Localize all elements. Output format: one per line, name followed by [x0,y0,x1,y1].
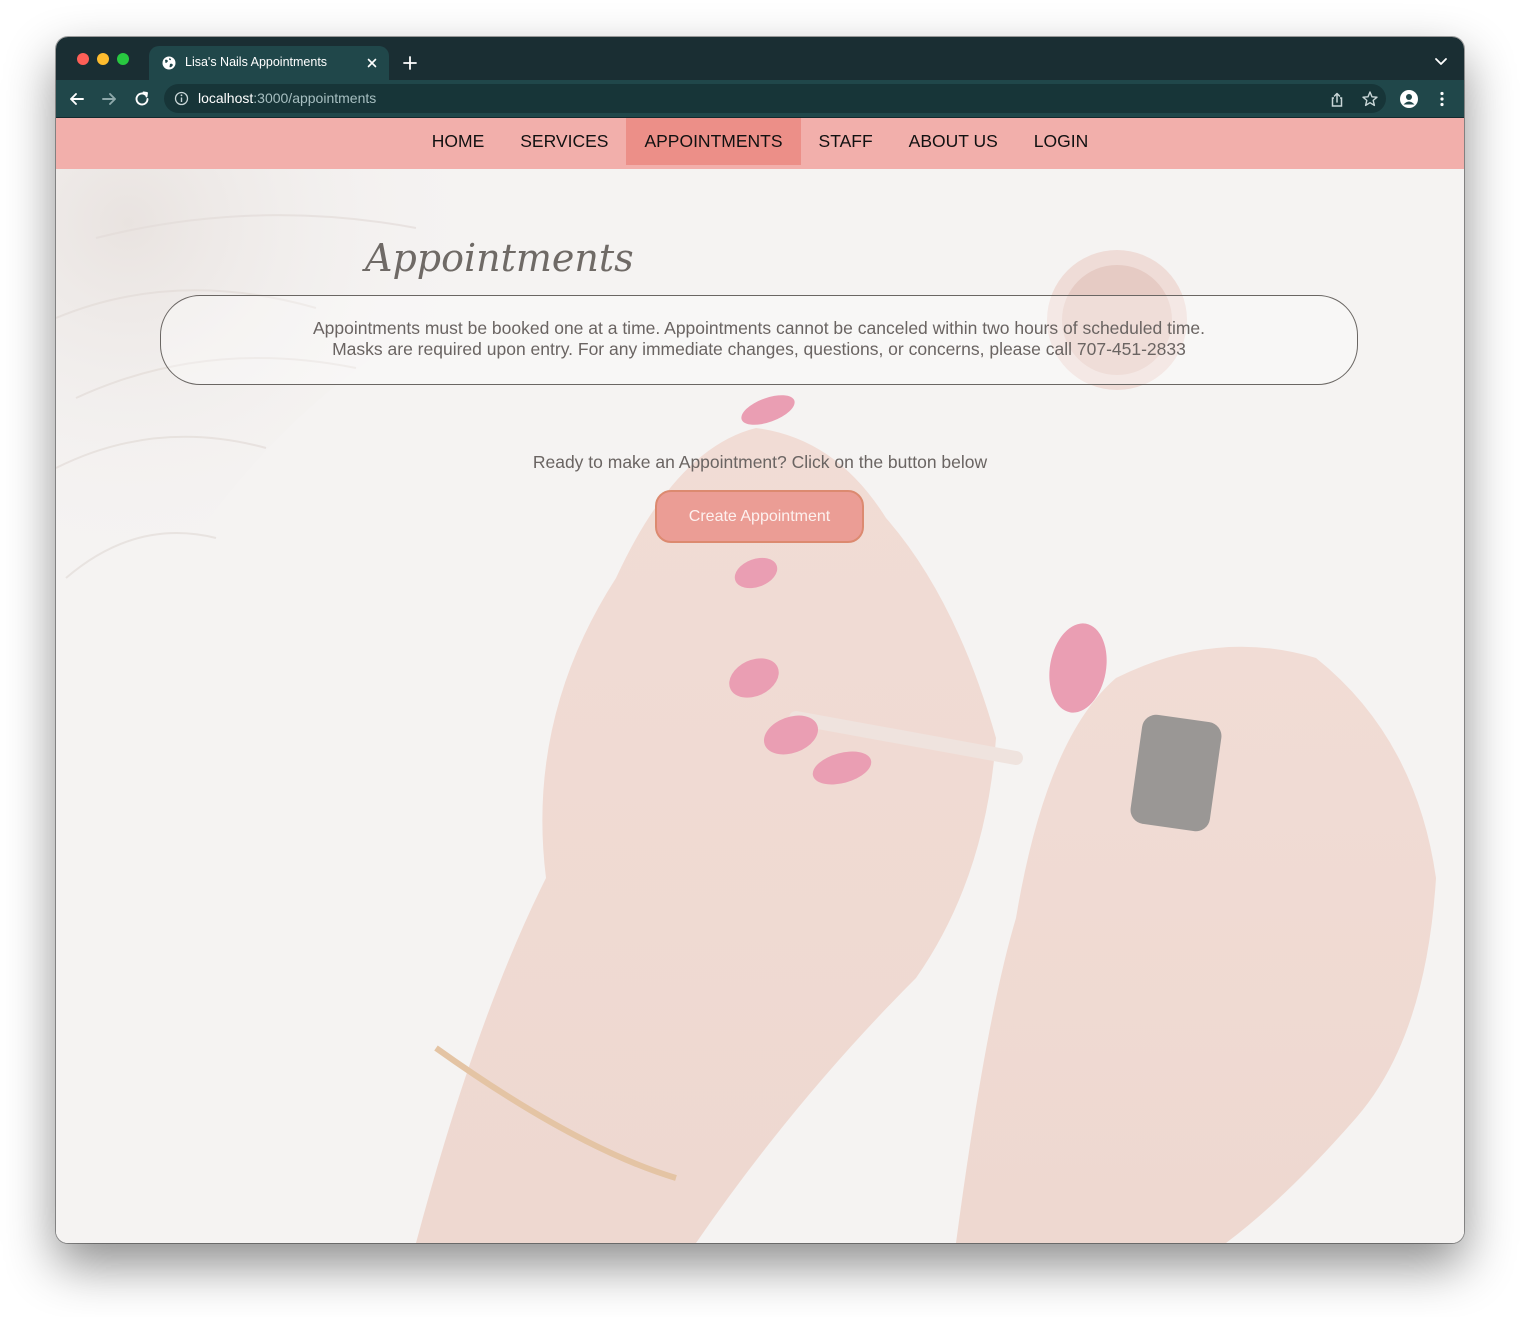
minimize-window-button[interactable] [97,53,109,65]
tab-title: Lisa's Nails Appointments [185,55,328,69]
close-window-button[interactable] [77,53,89,65]
reload-icon[interactable] [133,90,151,108]
tab-strip: Lisa's Nails Appointments [56,37,1464,80]
browser-tab[interactable]: Lisa's Nails Appointments [149,46,389,80]
globe-icon [162,56,176,70]
bookmark-star-icon[interactable] [1361,90,1379,108]
maximize-window-button[interactable] [117,53,129,65]
share-icon[interactable] [1328,91,1346,109]
nav-appointments[interactable]: APPOINTMENTS [626,118,801,165]
notice-line-2: Masks are required upon entry. For any i… [332,339,1186,359]
forward-arrow-icon[interactable] [100,90,118,108]
chevron-down-icon[interactable] [1434,57,1448,67]
more-menu-icon[interactable] [1433,90,1451,108]
back-arrow-icon[interactable] [68,90,86,108]
nav-about-us[interactable]: ABOUT US [891,118,1016,165]
background-photo-nails [56,118,1464,1243]
page-title: Appointments [365,236,634,280]
close-icon[interactable] [365,56,379,70]
policy-notice-box: Appointments must be booked one at a tim… [160,295,1358,385]
browser-toolbar: localhost:3000/appointments [56,80,1464,118]
profile-avatar-icon[interactable] [1400,90,1418,108]
nav-staff[interactable]: STAFF [801,118,891,165]
nav-services[interactable]: SERVICES [502,118,626,165]
info-icon[interactable] [174,91,189,106]
notice-line-1: Appointments must be booked one at a tim… [312,318,1206,338]
address-bar[interactable]: localhost:3000/appointments [164,84,1386,113]
new-tab-plus-icon[interactable] [402,55,418,71]
create-appointment-button[interactable]: Create Appointment [655,490,864,543]
cta-text: Ready to make an Appointment? Click on t… [532,452,988,472]
page-viewport: HOME SERVICES APPOINTMENTS STAFF ABOUT US LOG… [56,118,1464,1243]
site-navbar: HOME SERVICES APPOINTMENTS STAFF ABOUT US LOG… [56,118,1464,169]
nav-login[interactable]: LOGIN [1016,118,1106,165]
browser-window: Lisa's Nails Appointments localhost:3000… [56,37,1464,1243]
nav-home[interactable]: HOME [414,118,503,165]
url-text: localhost:3000/appointments [198,90,377,106]
